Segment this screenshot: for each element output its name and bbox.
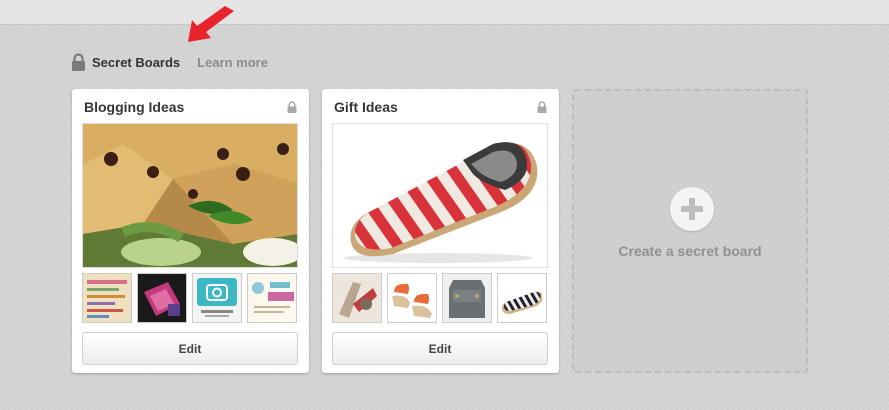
board-thumbnail[interactable] bbox=[247, 273, 297, 323]
board-thumbnail[interactable] bbox=[497, 273, 547, 323]
top-bar bbox=[0, 0, 889, 25]
quesadilla-photo bbox=[83, 124, 297, 267]
create-secret-board-button[interactable]: Create a secret board bbox=[572, 89, 808, 373]
thumbnail-image bbox=[83, 274, 131, 322]
learn-more-link[interactable]: Learn more bbox=[197, 55, 268, 70]
lock-icon bbox=[72, 53, 85, 71]
board-cover-image[interactable] bbox=[332, 123, 548, 268]
thumbnail-image bbox=[138, 274, 186, 322]
edit-board-button[interactable]: Edit bbox=[82, 332, 298, 365]
board-title: Blogging Ideas bbox=[84, 99, 185, 115]
espadrille-photo bbox=[333, 124, 547, 267]
board-title: Gift Ideas bbox=[334, 99, 398, 115]
thumbnail-image bbox=[443, 274, 491, 322]
thumbnail-image bbox=[193, 274, 241, 322]
board-thumbnail[interactable] bbox=[442, 273, 492, 323]
board-card-blogging-ideas[interactable]: Blogging Ideas Edit bbox=[72, 89, 309, 373]
board-thumbnail[interactable] bbox=[192, 273, 242, 323]
edit-board-button[interactable]: Edit bbox=[332, 332, 548, 365]
thumbnail-image bbox=[388, 274, 436, 322]
board-thumbnail[interactable] bbox=[137, 273, 187, 323]
board-cover-image[interactable] bbox=[82, 123, 298, 268]
lock-icon bbox=[287, 101, 297, 113]
board-thumbnail[interactable] bbox=[82, 273, 132, 323]
secret-boards-header: Secret Boards Learn more bbox=[71, 52, 268, 72]
board-thumbnail[interactable] bbox=[387, 273, 437, 323]
create-board-label: Create a secret board bbox=[618, 243, 762, 259]
board-thumbnails bbox=[332, 273, 548, 323]
board-thumbnail[interactable] bbox=[332, 273, 382, 323]
plus-glyph-icon bbox=[681, 198, 703, 220]
thumbnail-image bbox=[333, 274, 381, 322]
red-arrow-icon bbox=[188, 6, 234, 42]
plus-icon bbox=[670, 187, 714, 231]
board-card-gift-ideas[interactable]: Gift Ideas Edit bbox=[322, 89, 559, 373]
section-title: Secret Boards bbox=[92, 54, 181, 70]
thumbnail-image bbox=[498, 274, 546, 322]
board-thumbnails bbox=[82, 273, 298, 323]
lock-icon bbox=[537, 101, 547, 113]
thumbnail-image bbox=[248, 274, 296, 322]
